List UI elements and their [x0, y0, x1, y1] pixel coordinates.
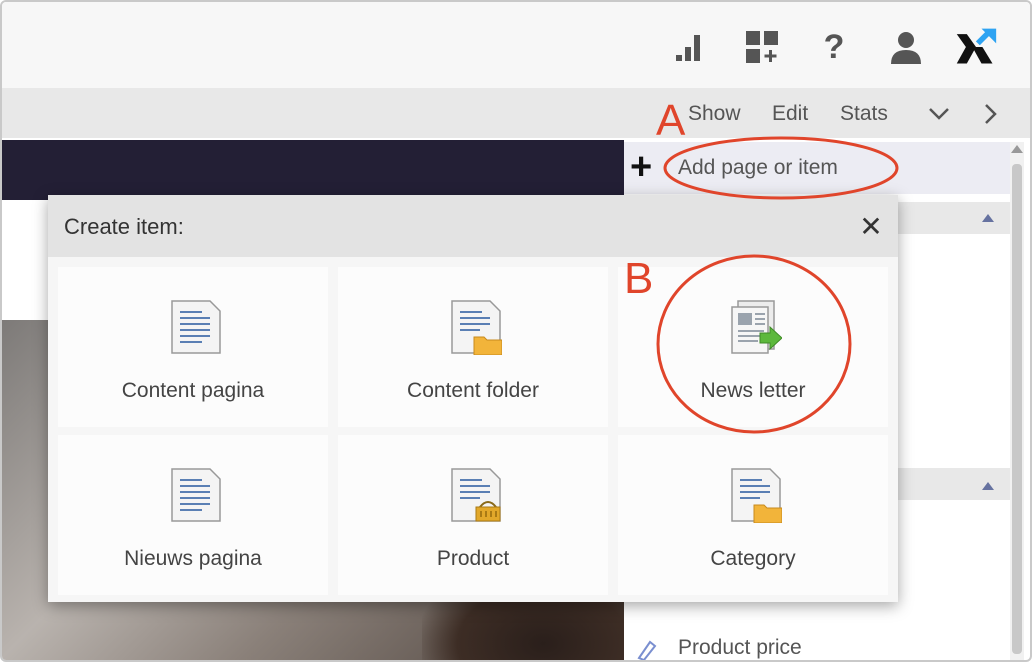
app-window: ? Show Edit Stats + Add page or item Pro… [0, 0, 1032, 662]
annotation-circles [656, 136, 899, 434]
annotation-circle-b [656, 254, 852, 434]
annotation-circle-a [663, 136, 899, 200]
